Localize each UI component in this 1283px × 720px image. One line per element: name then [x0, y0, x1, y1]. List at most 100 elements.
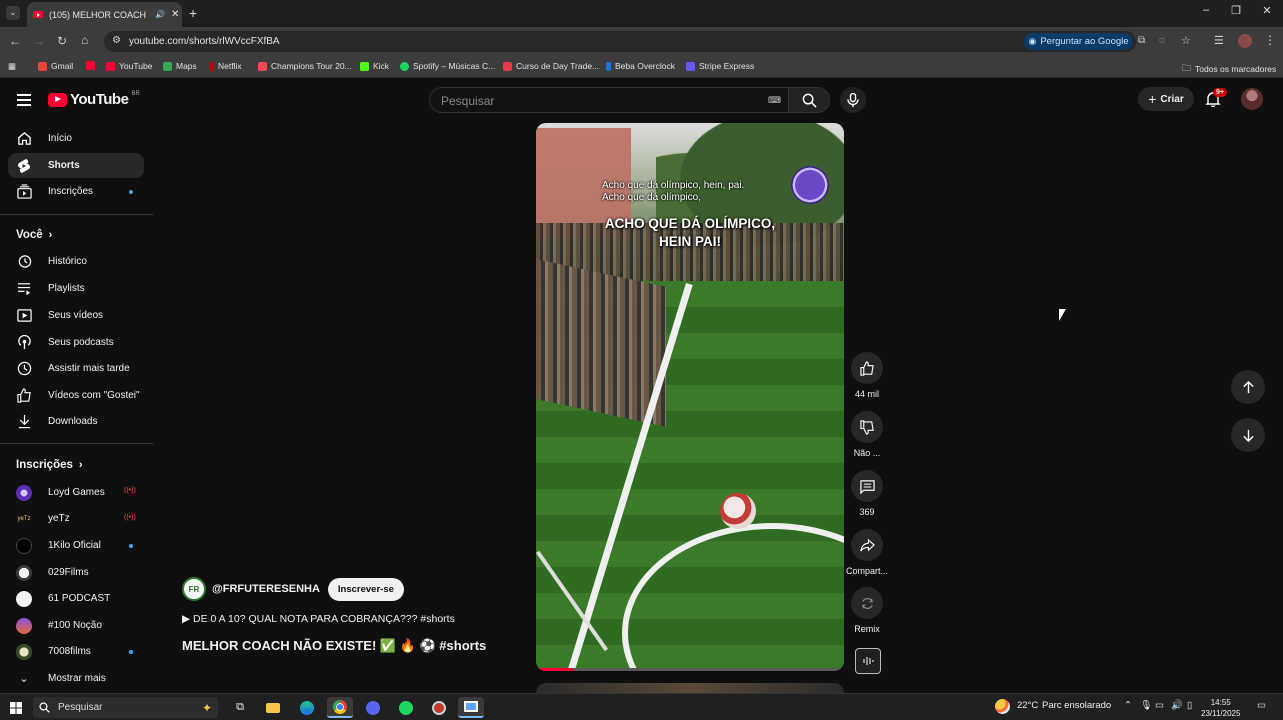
task-view-button[interactable]: ⧉: [227, 697, 253, 718]
like-action[interactable]: 44 mil: [845, 352, 889, 399]
eye-off-icon[interactable]: ◌: [1159, 35, 1165, 46]
video-description[interactable]: ▶ DE 0 A 10? QUAL NOTA PARA COBRANÇA??? …: [182, 613, 455, 625]
apps-icon[interactable]: ▦: [8, 61, 16, 72]
share-button[interactable]: [851, 529, 883, 561]
network-icon[interactable]: ▭: [1155, 700, 1164, 711]
weather-icon[interactable]: [995, 699, 1010, 714]
taskbar-discord[interactable]: [360, 697, 386, 718]
bookmark-day-trade[interactable]: Curso de Day Trade...: [503, 61, 599, 71]
sidebar-channel-61-podcast[interactable]: 61 PODCAST: [8, 586, 144, 611]
taskbar-file-explorer[interactable]: [260, 697, 286, 718]
sidebar-channel-100-nocao[interactable]: #100 Noção: [8, 613, 144, 638]
subscriptions-section-header[interactable]: Inscrições ›: [16, 459, 83, 471]
hamburger-menu-icon[interactable]: [17, 94, 31, 109]
comments-action[interactable]: 369: [845, 470, 889, 517]
install-icon[interactable]: ⧉: [1138, 35, 1145, 46]
bookmark-maps[interactable]: Maps: [163, 61, 197, 71]
taskbar-search[interactable]: Pesquisar ✦: [33, 697, 218, 718]
tab-search-icon[interactable]: ⌄: [6, 6, 20, 20]
bookmark-youtube-shortcut[interactable]: [86, 61, 95, 70]
weather-desc[interactable]: Parc ensolarado: [1042, 700, 1111, 711]
taskbar-spotify[interactable]: [393, 697, 419, 718]
remix-button[interactable]: [851, 587, 883, 619]
sidebar-item-downloads[interactable]: Downloads: [8, 409, 144, 434]
bookmark-kick[interactable]: Kick: [360, 61, 389, 71]
sidebar-item-playlists[interactable]: Playlists: [8, 276, 144, 301]
playlist-icon: [16, 281, 32, 297]
comments-button[interactable]: [851, 470, 883, 502]
browser-tab[interactable]: (105) MELHOR COACH NÃO 🔊 ✕: [27, 2, 182, 27]
star-icon[interactable]: ☆: [1181, 34, 1191, 47]
all-bookmarks[interactable]: 🗀 Todos os marcadores: [1182, 61, 1276, 77]
youtube-logo[interactable]: YouTube BR: [48, 91, 140, 108]
bookmark-netflix[interactable]: Netflix: [209, 61, 242, 71]
dislike-action[interactable]: Não ...: [845, 411, 889, 458]
sidebar-item-podcasts[interactable]: Seus podcasts: [8, 330, 144, 355]
next-short-button[interactable]: [1231, 418, 1265, 452]
channel-name[interactable]: @FRFUTERESENHA: [212, 583, 320, 595]
tab-search-list-icon[interactable]: ☰: [1214, 34, 1224, 47]
battery-icon[interactable]: ▯: [1187, 700, 1192, 711]
site-info-icon[interactable]: ⚙: [112, 35, 121, 46]
sidebar-item-home[interactable]: Início: [8, 126, 144, 151]
sidebar-item-watch-later[interactable]: Assistir mais tarde: [8, 356, 144, 381]
notification-center-icon[interactable]: ▭: [1257, 700, 1266, 711]
sidebar-channel-029films[interactable]: 029Films: [8, 560, 144, 585]
taskbar-chrome[interactable]: [327, 697, 353, 718]
bookmark-spotify[interactable]: Spotify – Músicas C...: [400, 61, 495, 71]
bookmark-beba[interactable]: Beba Overclock: [606, 61, 675, 71]
home-icon[interactable]: ⌂: [81, 33, 88, 47]
tray-chevron-icon[interactable]: ⌃: [1124, 700, 1132, 711]
shorts-video-player[interactable]: Acho que dá olímpico, hein, pai. Acho qu…: [536, 123, 844, 671]
you-section-header[interactable]: Você ›: [16, 229, 52, 241]
volume-icon[interactable]: 🔊: [1171, 700, 1183, 711]
sidebar-item-shorts[interactable]: Shorts: [8, 153, 144, 178]
bookmark-gmail[interactable]: Gmail: [38, 61, 73, 71]
mic-tray-icon[interactable]: 🎙: [1140, 700, 1152, 711]
search-button[interactable]: [788, 87, 830, 113]
channel-avatar[interactable]: FR: [182, 577, 206, 601]
keyboard-icon[interactable]: ⌨: [768, 95, 781, 106]
address-bar[interactable]: ⚙ youtube.com/shorts/rlWVccFXfBA ◉ Pergu…: [104, 31, 1191, 52]
sidebar-item-your-videos[interactable]: Seus vídeos: [8, 303, 144, 328]
bookmark-youtube[interactable]: YouTube: [106, 61, 152, 71]
profile-avatar[interactable]: [1238, 34, 1252, 48]
back-icon[interactable]: ←: [9, 34, 21, 48]
menu-icon[interactable]: ⋮: [1264, 33, 1276, 47]
maximize-button[interactable]: ❐: [1226, 4, 1246, 17]
remix-action[interactable]: Remix: [845, 587, 889, 634]
sidebar-item-subscriptions[interactable]: Inscrições: [8, 179, 144, 204]
minimize-button[interactable]: –: [1196, 4, 1216, 16]
audio-source-thumbnail[interactable]: [855, 648, 881, 674]
audio-icon[interactable]: 🔊: [155, 10, 165, 19]
sidebar-channel-7008films[interactable]: 7008films: [8, 639, 144, 664]
close-window-button[interactable]: ✕: [1257, 4, 1277, 17]
taskbar-app-window[interactable]: [458, 697, 484, 718]
start-button[interactable]: [3, 697, 29, 718]
voice-search-button[interactable]: [840, 87, 866, 113]
sidebar-item-history[interactable]: Histórico: [8, 249, 144, 274]
forward-icon[interactable]: →: [33, 34, 45, 48]
search-input[interactable]: Pesquisar ⌨: [429, 87, 789, 113]
dislike-button[interactable]: [851, 411, 883, 443]
bookmark-champions[interactable]: Champions Tour 20...: [258, 61, 352, 71]
new-tab-button[interactable]: +: [189, 5, 197, 21]
video-progress-bar[interactable]: [536, 668, 844, 671]
account-avatar[interactable]: [1241, 88, 1263, 110]
ask-google-button[interactable]: ◉ Perguntar ao Google: [1024, 33, 1133, 50]
tab-close-icon[interactable]: ✕: [171, 9, 179, 20]
taskbar-edge[interactable]: [294, 697, 320, 718]
share-action[interactable]: Compart...: [845, 529, 889, 576]
sidebar-item-liked-videos[interactable]: Vídeos com "Gostei": [8, 383, 144, 408]
system-clock[interactable]: 14:55 23/11/2025: [1201, 697, 1240, 719]
subscribe-button[interactable]: Inscrever-se: [327, 577, 404, 601]
weather-temp[interactable]: 22°C: [1017, 700, 1038, 711]
create-button[interactable]: + Criar: [1138, 87, 1194, 111]
sidebar-channel-1kilo[interactable]: 1Kilo Oficial: [8, 533, 144, 558]
taskbar-app-clock[interactable]: [426, 697, 452, 718]
reload-icon[interactable]: ↻: [57, 34, 67, 48]
bookmark-stripe[interactable]: Stripe Express: [686, 61, 754, 71]
like-button[interactable]: [851, 352, 883, 384]
sidebar-show-more[interactable]: ⌄ Mostrar mais: [8, 666, 144, 691]
previous-short-button[interactable]: [1231, 370, 1265, 404]
